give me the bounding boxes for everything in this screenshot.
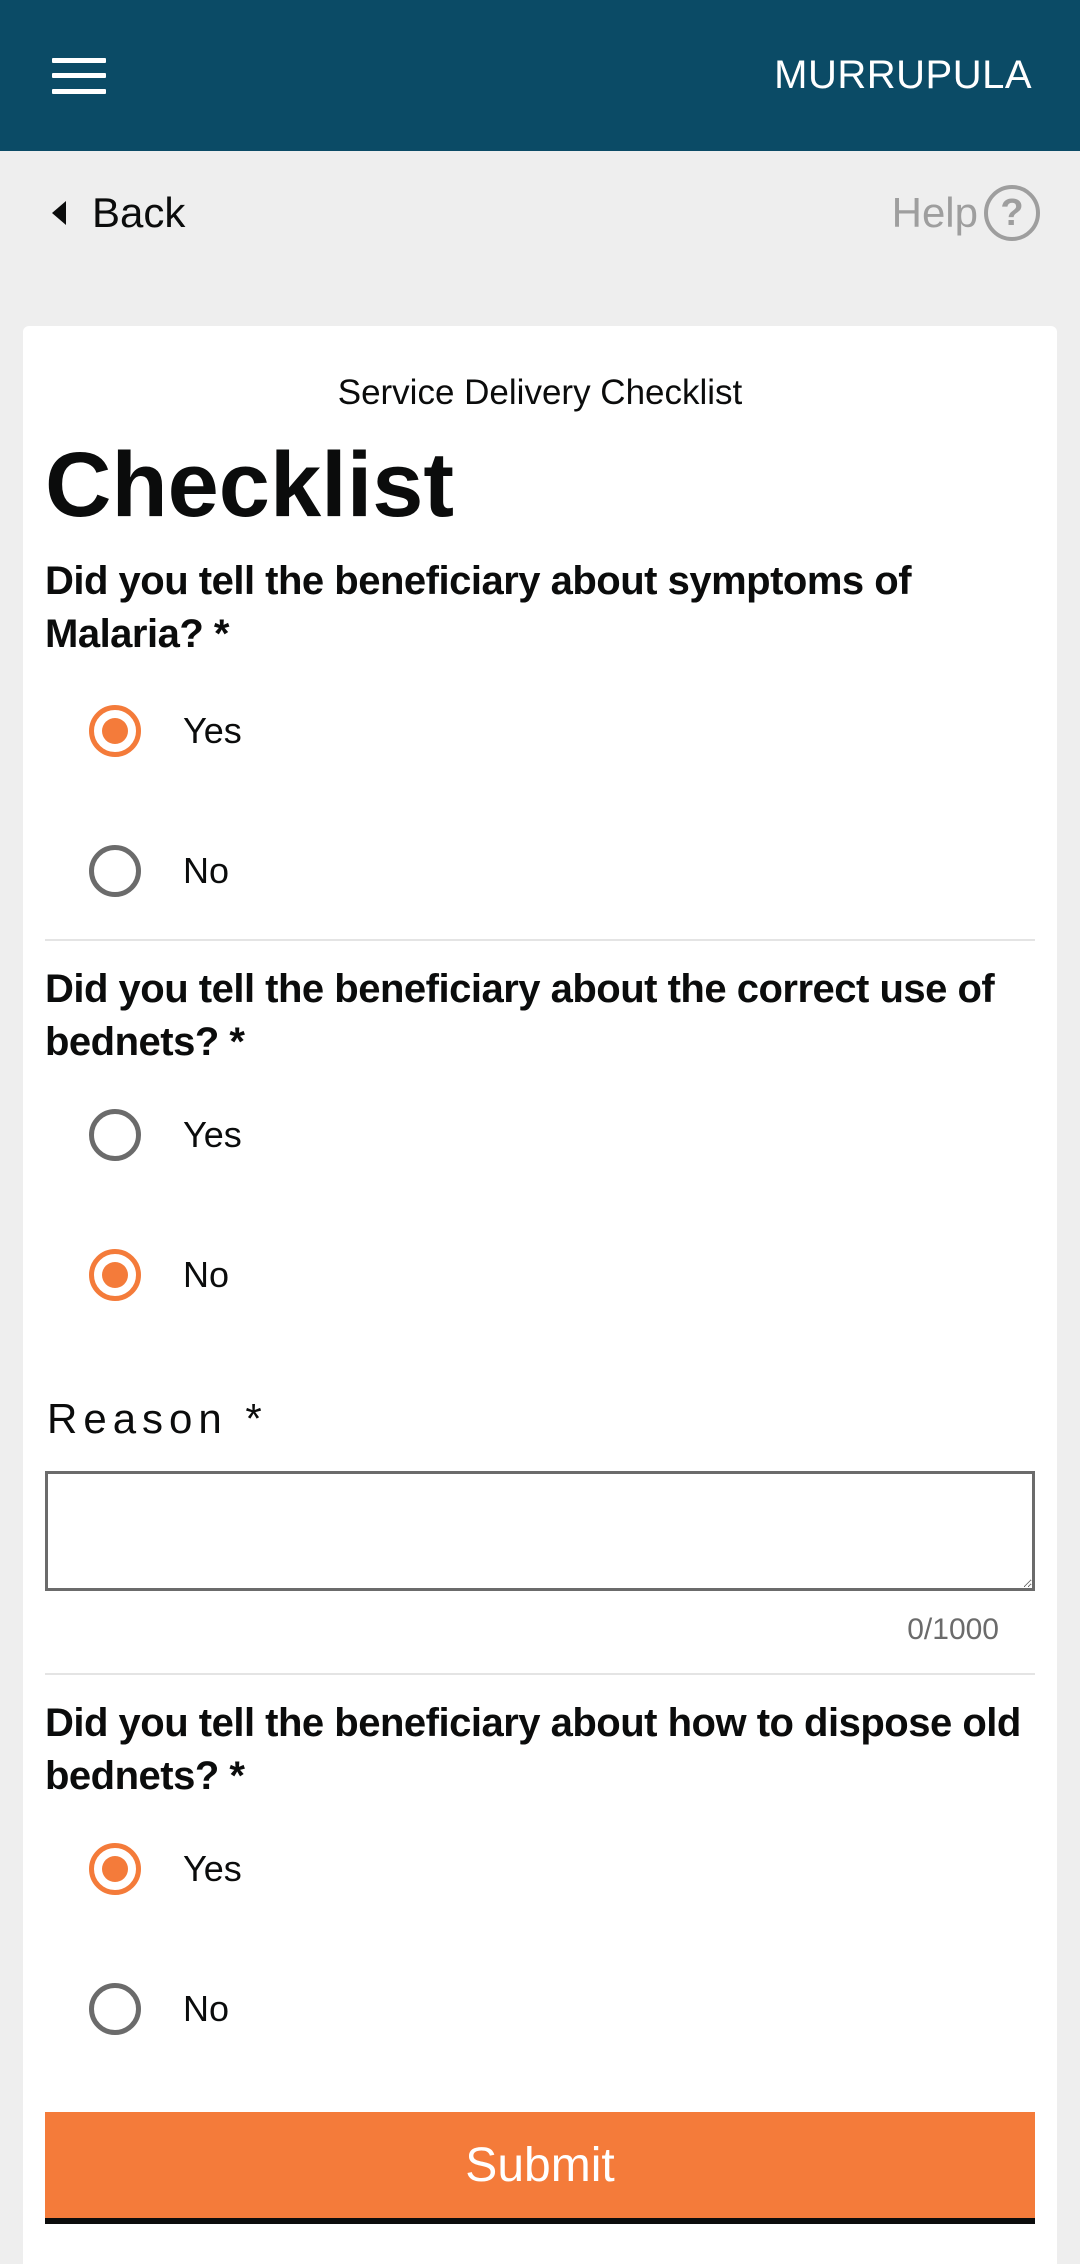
radio-group-bednet-disposal: Yes No: [45, 1799, 1035, 2079]
back-button[interactable]: Back: [52, 189, 185, 237]
radio-option-yes[interactable]: Yes: [45, 1065, 1035, 1205]
locality-name: MURRUPULA: [774, 53, 1032, 97]
radio-label: No: [183, 1254, 230, 1295]
back-label: Back: [92, 189, 186, 236]
radio-group-bednet-use: Yes No: [45, 1065, 1035, 1345]
question-malaria-symptoms: Did you tell the beneficiary about sympt…: [45, 559, 912, 656]
character-counter: 0/1000: [907, 1613, 999, 1646]
question-bednet-use: Did you tell the beneficiary about the c…: [45, 967, 995, 1064]
submit-button[interactable]: Submit: [45, 2112, 1035, 2224]
navigation-bar: Back Help ?: [0, 151, 1080, 275]
help-label: Help: [891, 189, 978, 236]
radio-button-checked[interactable]: [89, 1843, 141, 1895]
radio-label: No: [183, 850, 230, 891]
radio-option-no[interactable]: No: [45, 1939, 1035, 2079]
radio-label: Yes: [183, 1848, 242, 1889]
radio-button[interactable]: [89, 845, 141, 897]
help-button[interactable]: Help ?: [892, 185, 1040, 241]
radio-option-yes[interactable]: Yes: [45, 661, 1035, 801]
checklist-form-card: Service Delivery Checklist Checklist Did…: [23, 326, 1057, 2264]
radio-option-no[interactable]: No: [45, 801, 1035, 941]
reason-input[interactable]: [45, 1471, 1035, 1591]
question-circle-icon: ?: [984, 185, 1040, 241]
radio-button-checked[interactable]: [89, 1249, 141, 1301]
hamburger-menu-icon[interactable]: [52, 57, 106, 94]
divider: [45, 1673, 1035, 1675]
form-name: Service Delivery Checklist: [337, 373, 743, 412]
radio-label: Yes: [183, 710, 242, 751]
app-header: MURRUPULA: [0, 0, 1080, 151]
divider: [45, 939, 1035, 941]
question-bednet-disposal: Did you tell the beneficiary about how t…: [45, 1701, 1021, 1798]
radio-option-no[interactable]: No: [45, 1205, 1035, 1345]
page-title: Checklist: [45, 434, 455, 536]
radio-label: No: [183, 1988, 230, 2029]
radio-group-malaria-symptoms: Yes No: [45, 661, 1035, 941]
radio-label: Yes: [183, 1114, 242, 1155]
radio-button-checked[interactable]: [89, 705, 141, 757]
radio-button[interactable]: [89, 1109, 141, 1161]
radio-option-yes[interactable]: Yes: [45, 1799, 1035, 1939]
caret-left-icon: [52, 201, 66, 225]
radio-button[interactable]: [89, 1983, 141, 2035]
reason-field-label: Reason *: [47, 1395, 268, 1442]
